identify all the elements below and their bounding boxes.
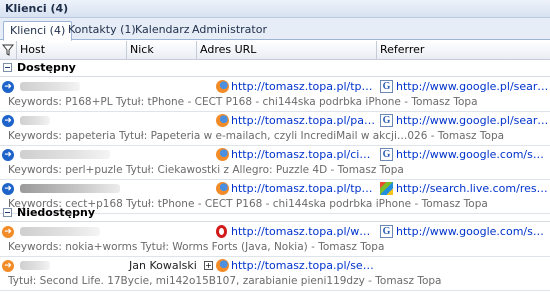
google-icon: G <box>380 225 393 238</box>
firefox-icon <box>216 80 229 93</box>
referrer-link[interactable]: http://search.live.com/results.asp... <box>396 182 550 195</box>
arrow-right-icon: ➜ <box>2 260 14 272</box>
row-detail: Tytuł: Second Life. 17Bycie, mi142o15B10… <box>8 275 442 287</box>
url-link[interactable]: http://tomasz.topa.pl/worms-f... <box>231 225 376 238</box>
group-label: Niedostępny <box>17 206 96 219</box>
column-referrer[interactable]: Referrer <box>376 41 550 60</box>
group-unavailable[interactable]: Niedostępny <box>0 205 550 222</box>
firefox-icon <box>216 148 229 161</box>
url-link[interactable]: http://tomasz.topa.pl/tphone-c... <box>231 80 376 93</box>
row-detail: Keywords: papeteria Tytuł: Papeteria w e… <box>8 130 505 142</box>
expand-icon[interactable]: + <box>204 261 213 270</box>
arrow-right-icon: ➜ <box>2 183 14 195</box>
column-nick[interactable]: Nick <box>126 41 196 60</box>
collapse-icon[interactable] <box>3 63 12 72</box>
row-detail: Keywords: perl+puzle Tytuł: Ciekawostki … <box>8 164 404 176</box>
host-blurred <box>20 261 50 270</box>
host-blurred <box>20 184 120 193</box>
row-detail: Keywords: nokia+worms Tytuł: Worms Forts… <box>8 241 385 253</box>
referrer-link[interactable]: http://www.google.pl/search?hl=pl... <box>396 114 550 127</box>
column-host[interactable]: Host <box>16 41 126 60</box>
url-link[interactable]: http://tomasz.topa.pl/tphone-c... <box>231 182 376 195</box>
arrow-right-icon: ➜ <box>2 226 14 238</box>
host-blurred <box>20 227 100 236</box>
group-available[interactable]: Dostępny <box>0 60 550 77</box>
nick-label: Jan Kowalski <box>129 259 197 272</box>
firefox-icon <box>216 259 229 272</box>
client-row[interactable]: ➜ http://tomasz.topa.pl/ciekawos... G ht… <box>0 146 550 180</box>
google-icon: G <box>380 148 393 161</box>
firefox-icon <box>216 182 229 195</box>
host-blurred <box>20 82 80 91</box>
windows-live-icon <box>380 182 393 195</box>
google-icon: G <box>380 114 393 127</box>
url-link[interactable]: http://tomasz.topa.pl/papeteri... <box>231 114 376 127</box>
row-detail: Keywords: P168+PL Tytuł: tPhone - CECT P… <box>8 96 478 108</box>
group-label: Dostępny <box>17 61 76 74</box>
arrow-right-icon: ➜ <box>2 81 14 93</box>
filter-icon[interactable] <box>2 44 14 56</box>
host-blurred <box>20 150 110 159</box>
client-row[interactable]: ➜ http://tomasz.topa.pl/worms-f... G htt… <box>0 223 550 257</box>
column-url[interactable]: Adres URL <box>196 41 376 60</box>
client-row[interactable]: ➜ http://tomasz.topa.pl/tphone-c... G ht… <box>0 78 550 112</box>
tab-administrator[interactable]: Administrator <box>186 21 273 40</box>
url-link[interactable]: http://tomasz.topa.pl/ciekawos... <box>231 148 376 161</box>
window-title: Klienci (4) <box>0 0 550 18</box>
column-header: Host Nick Adres URL Referrer <box>0 41 550 60</box>
host-blurred <box>20 116 50 125</box>
tab-bar: Klienci (4) Kontakty (1) Kalendarz Admin… <box>0 18 550 41</box>
google-icon: G <box>380 80 393 93</box>
url-link[interactable]: http://tomasz.topa.pl/second-li... <box>231 259 376 272</box>
collapse-icon[interactable] <box>3 208 12 217</box>
referrer-link[interactable]: http://www.google.com/search?hl... <box>396 225 550 238</box>
referrer-link[interactable]: http://www.google.com/search?hl... <box>396 148 550 161</box>
arrow-right-icon: ➜ <box>2 149 14 161</box>
client-row[interactable]: ➜ Jan Kowalski + http://tomasz.topa.pl/s… <box>0 257 550 291</box>
firefox-icon <box>216 114 229 127</box>
client-row[interactable]: ➜ http://tomasz.topa.pl/papeteri... G ht… <box>0 112 550 146</box>
arrow-right-icon: ➜ <box>2 115 14 127</box>
opera-icon <box>216 225 227 238</box>
referrer-link[interactable]: http://www.google.pl/search?hl=pl... <box>396 80 550 93</box>
